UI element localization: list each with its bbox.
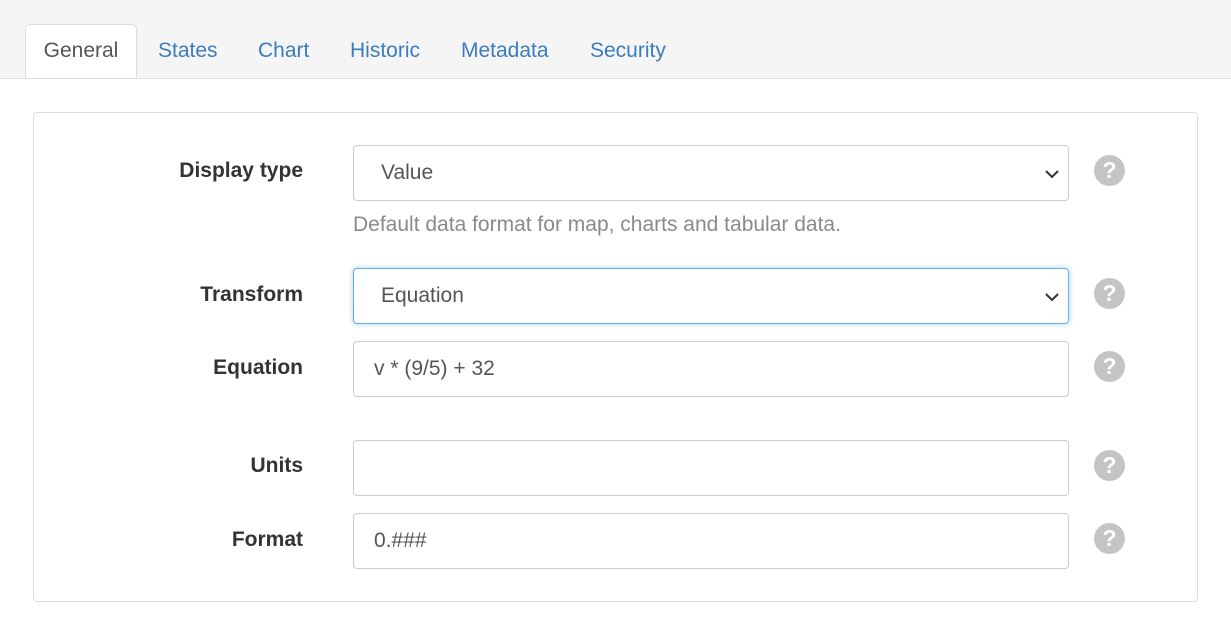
transform-label: Transform xyxy=(200,283,303,306)
display-type-help-text: Default data format for map, charts and … xyxy=(353,213,841,236)
equation-input[interactable]: v * (9/5) + 32 xyxy=(353,341,1069,397)
equation-label: Equation xyxy=(213,356,303,379)
display-type-label: Display type xyxy=(179,159,303,182)
display-type-help-icon[interactable]: ? xyxy=(1094,155,1125,186)
tab-security[interactable]: Security xyxy=(590,24,666,78)
chevron-down-icon xyxy=(1045,293,1059,302)
units-help-icon[interactable]: ? xyxy=(1094,450,1125,481)
display-type-select[interactable]: Value xyxy=(353,145,1069,201)
tab-chart[interactable]: Chart xyxy=(258,24,309,78)
units-label: Units xyxy=(250,454,304,477)
format-input[interactable]: 0.### xyxy=(353,513,1069,569)
tab-general[interactable]: General xyxy=(25,24,137,78)
tab-historic[interactable]: Historic xyxy=(350,24,420,78)
format-label: Format xyxy=(231,528,303,551)
units-input[interactable] xyxy=(353,440,1069,496)
equation-help-icon[interactable]: ? xyxy=(1094,351,1125,382)
tab-states[interactable]: States xyxy=(158,24,218,78)
tab-bar: General States Chart Historic Metadata S… xyxy=(0,0,1231,79)
transform-value: Equation xyxy=(381,284,464,307)
transform-select[interactable]: Equation xyxy=(353,268,1069,324)
transform-help-icon[interactable]: ? xyxy=(1094,278,1125,309)
format-help-icon[interactable]: ? xyxy=(1094,523,1125,554)
tab-metadata[interactable]: Metadata xyxy=(461,24,549,78)
display-type-value: Value xyxy=(381,161,434,184)
chevron-down-icon xyxy=(1045,170,1059,179)
